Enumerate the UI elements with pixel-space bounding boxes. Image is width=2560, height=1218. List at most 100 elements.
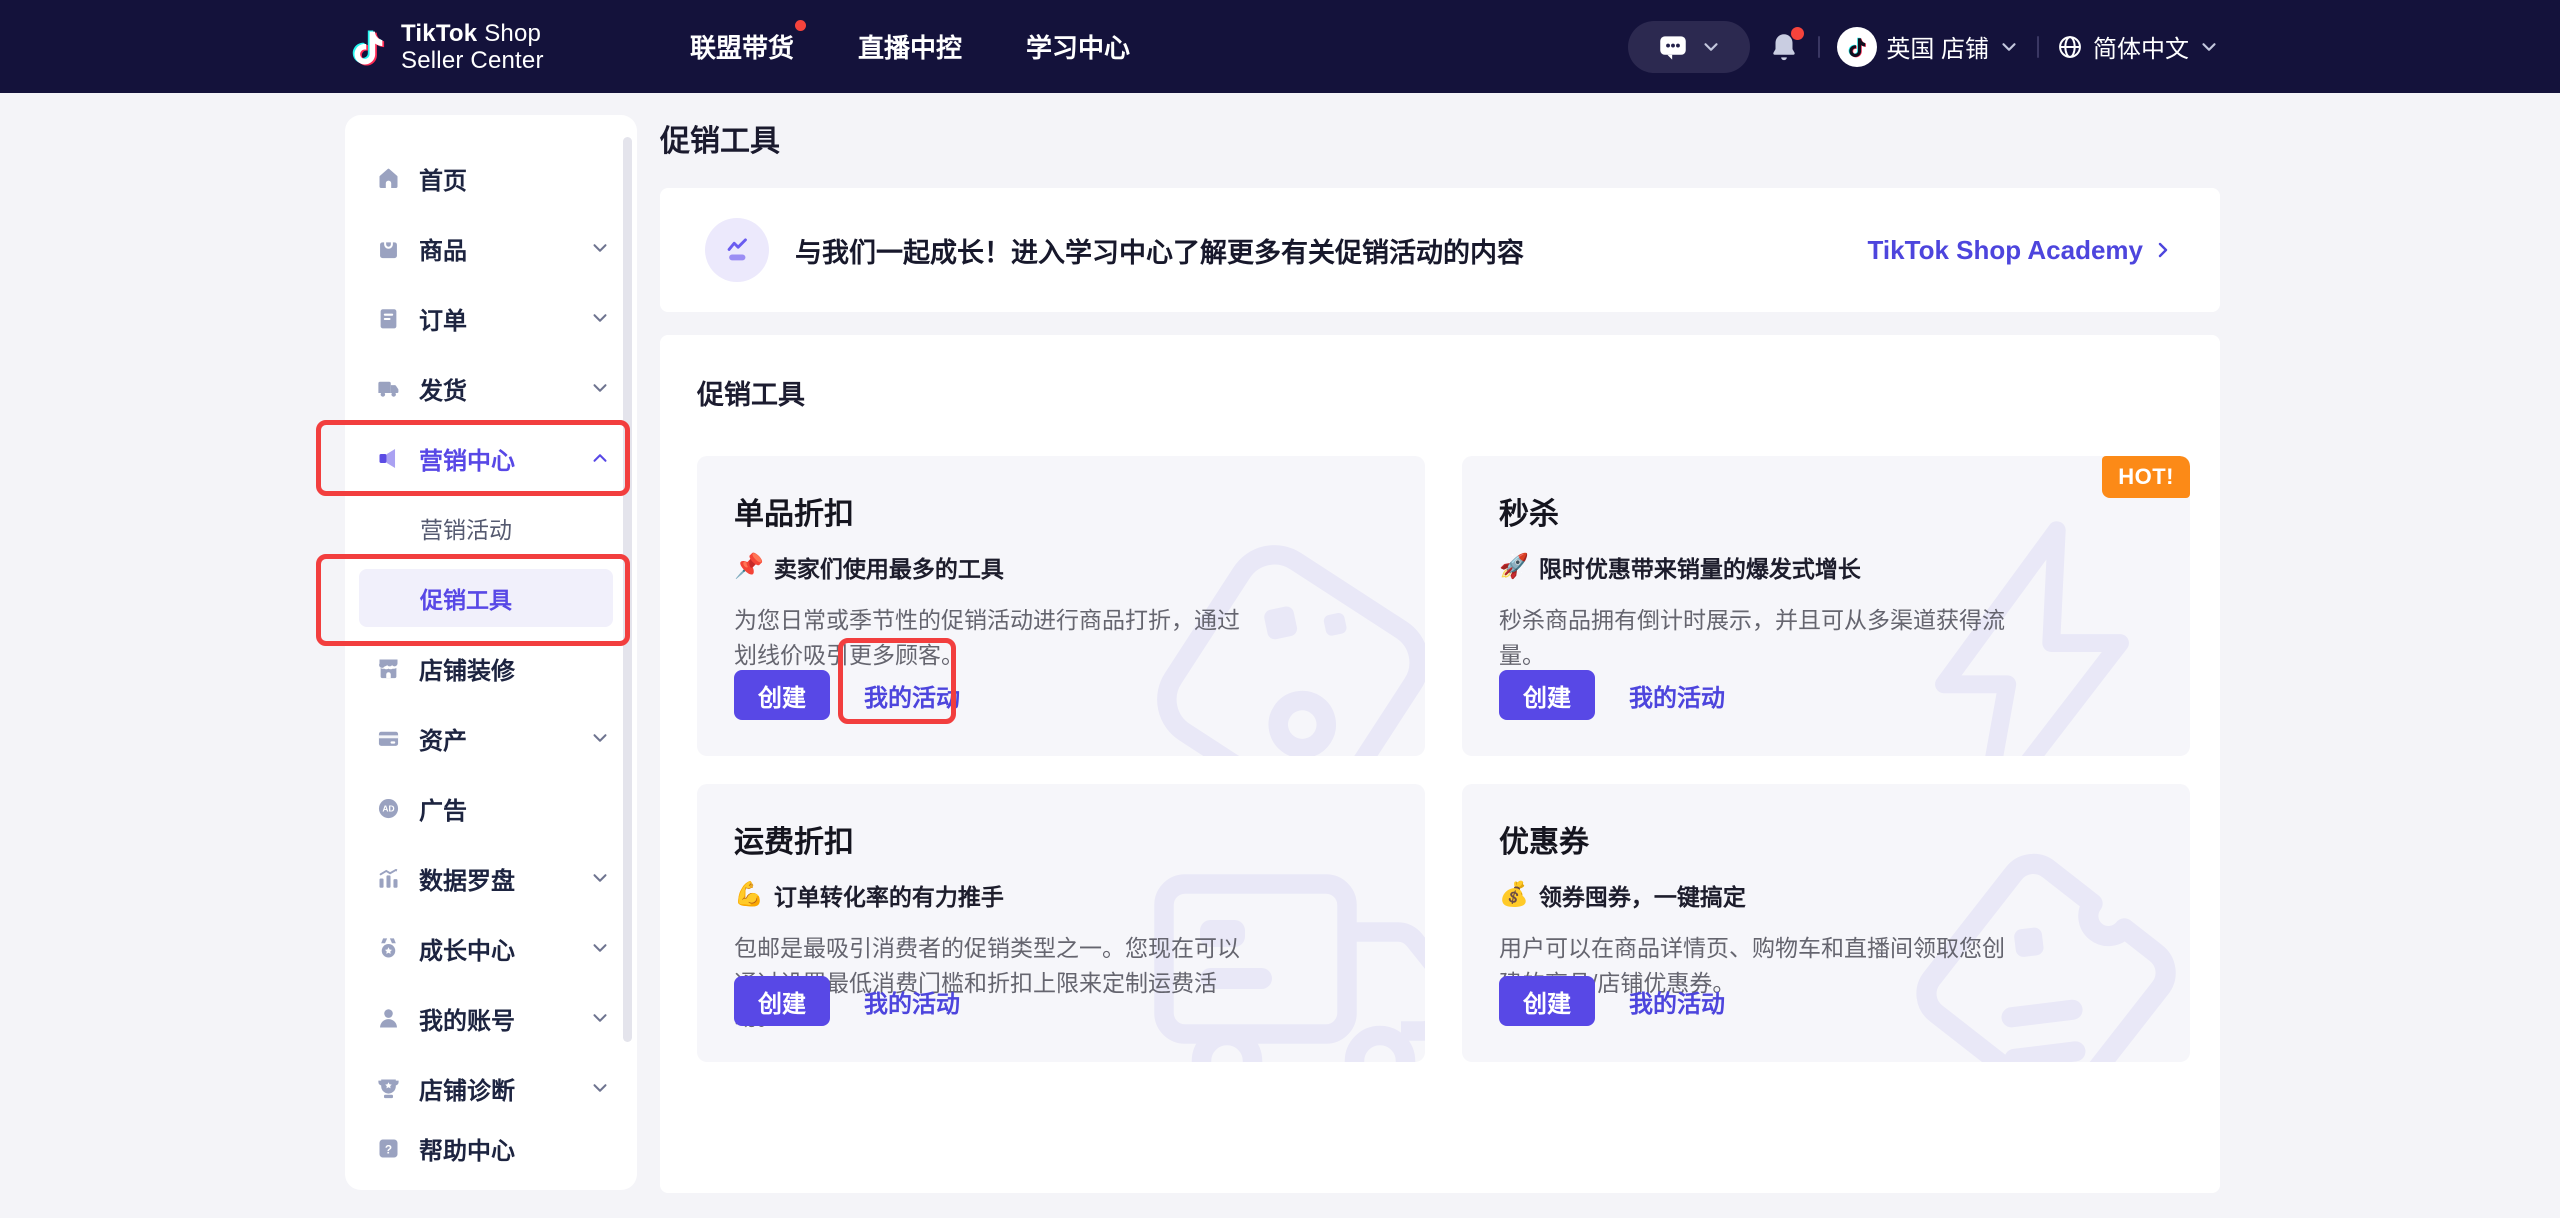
top-header: TikTok Shop Seller Center 联盟带货 直播中控 学习中心 bbox=[0, 0, 2560, 93]
my-activity-link[interactable]: 我的活动 bbox=[1629, 678, 1725, 713]
create-button[interactable]: 创建 bbox=[1499, 670, 1595, 720]
chart-icon bbox=[375, 865, 402, 892]
create-button[interactable]: 创建 bbox=[1499, 976, 1595, 1026]
section-title: 促销工具 bbox=[697, 373, 2190, 412]
logo-text: TikTok Shop Seller Center bbox=[401, 20, 544, 74]
credit-card-icon bbox=[375, 725, 402, 752]
svg-text:?: ? bbox=[385, 1142, 392, 1156]
sidebar-item-shop-decoration[interactable]: 店铺装修 bbox=[345, 633, 637, 703]
store-label: 英国 店铺 bbox=[1886, 29, 1989, 64]
tiktok-store-icon bbox=[1837, 27, 1877, 67]
card-title: 秒杀 bbox=[1499, 489, 2160, 533]
card-subtitle: 📌 卖家们使用最多的工具 bbox=[734, 550, 1395, 584]
sidebar-item-assets[interactable]: 资产 bbox=[345, 703, 637, 773]
sidebar-item-shop-diagnosis[interactable]: 店铺诊断 bbox=[345, 1053, 637, 1123]
bag-icon bbox=[375, 235, 402, 262]
tiktok-shop-logo[interactable]: TikTok Shop Seller Center bbox=[347, 0, 544, 93]
my-activity-link[interactable]: 我的活动 bbox=[1629, 984, 1725, 1019]
chevron-down-icon bbox=[589, 377, 611, 399]
card-title: 优惠券 bbox=[1499, 817, 2160, 861]
sidebar-item-marketing-center[interactable]: 营销中心 bbox=[345, 423, 637, 493]
megaphone-icon bbox=[375, 445, 402, 472]
sidebar-item-marketing-activities[interactable]: 营销活动 bbox=[345, 493, 637, 563]
sidebar-item-home[interactable]: 首页 bbox=[345, 143, 637, 213]
banner-text: 与我们一起成长！进入学习中心了解更多有关促销活动的内容 bbox=[795, 231, 1842, 270]
medal-icon bbox=[375, 935, 402, 962]
pushpin-icon: 📌 bbox=[734, 555, 764, 579]
logo-title-bold: TikTok bbox=[401, 20, 477, 47]
sidebar-item-help-center[interactable]: ? 帮助中心 bbox=[345, 1123, 637, 1173]
academy-link[interactable]: TikTok Shop Academy bbox=[1868, 235, 2175, 266]
sidebar-item-shipping[interactable]: 发货 bbox=[345, 353, 637, 423]
chevron-down-icon bbox=[589, 307, 611, 329]
chat-messages-button[interactable] bbox=[1628, 21, 1750, 73]
card-subtitle: 💰 领券囤券，一键搞定 bbox=[1499, 878, 2160, 912]
trophy-icon bbox=[375, 1075, 402, 1102]
card-actions: 创建 我的活动 bbox=[734, 976, 960, 1026]
language-selector[interactable]: 简体中文 bbox=[2056, 29, 2220, 64]
chat-bubble-icon bbox=[1656, 30, 1690, 64]
logo-title-rest: Shop bbox=[477, 20, 541, 47]
academy-banner: 与我们一起成长！进入学习中心了解更多有关促销活动的内容 TikTok Shop … bbox=[660, 188, 2220, 312]
rocket-icon: 🚀 bbox=[1499, 555, 1529, 579]
header-right-cluster: 英国 店铺 简体中文 bbox=[1628, 0, 2220, 93]
sidebar-item-ads[interactable]: AD 广告 bbox=[345, 773, 637, 843]
card-flash-sale: HOT! 秒杀 🚀 限时优惠带来销量的爆发式增长 秒杀商品拥有倒计时展示，并且可… bbox=[1462, 456, 2190, 756]
promo-cards-grid: 单品折扣 📌 卖家们使用最多的工具 为您日常或季节性的促销活动进行商品打折，通过… bbox=[697, 456, 2190, 1062]
chevron-down-icon bbox=[589, 937, 611, 959]
chevron-up-icon bbox=[589, 447, 611, 469]
card-actions: 创建 我的活动 bbox=[734, 670, 960, 720]
divider bbox=[1818, 36, 1820, 58]
page-title: 促销工具 bbox=[660, 122, 2220, 162]
chevron-down-icon bbox=[2198, 36, 2220, 58]
language-label: 简体中文 bbox=[2093, 29, 2189, 64]
chevron-down-icon bbox=[589, 727, 611, 749]
sidebar-item-my-account[interactable]: 我的账号 bbox=[345, 983, 637, 1053]
truck-icon bbox=[375, 375, 402, 402]
chevron-down-icon bbox=[589, 867, 611, 889]
hot-badge: HOT! bbox=[2102, 456, 2190, 498]
card-actions: 创建 我的活动 bbox=[1499, 976, 1725, 1026]
header-nav: 联盟带货 直播中控 学习中心 bbox=[690, 0, 1130, 93]
flexed-bicep-icon: 💪 bbox=[734, 883, 764, 907]
store-selector[interactable]: 英国 店铺 bbox=[1837, 27, 2020, 67]
tiktok-note-icon bbox=[347, 23, 389, 71]
my-activity-link[interactable]: 我的活动 bbox=[864, 984, 960, 1019]
nav-affiliate[interactable]: 联盟带货 bbox=[690, 28, 794, 65]
sidebar-item-promo-tools[interactable]: 促销工具 bbox=[345, 563, 637, 633]
card-product-discount: 单品折扣 📌 卖家们使用最多的工具 为您日常或季节性的促销活动进行商品打折，通过… bbox=[697, 456, 1425, 756]
card-shipping-discount: 运费折扣 💪 订单转化率的有力推手 包邮是最吸引消费者的促销类型之一。您现在可以… bbox=[697, 784, 1425, 1062]
sidebar-item-growth-center[interactable]: 成长中心 bbox=[345, 913, 637, 983]
nav-live-console[interactable]: 直播中控 bbox=[858, 28, 962, 65]
notification-dot bbox=[1791, 27, 1804, 40]
order-icon bbox=[375, 305, 402, 332]
card-subtitle: 🚀 限时优惠带来销量的爆发式增长 bbox=[1499, 550, 2160, 584]
card-coupon: 优惠券 💰 领券囤券，一键搞定 用户可以在商品详情页、购物车和直播间领取您创建的… bbox=[1462, 784, 2190, 1062]
card-title: 运费折扣 bbox=[734, 817, 1395, 861]
chevron-right-icon bbox=[2151, 238, 2175, 262]
chevron-down-icon bbox=[589, 1077, 611, 1099]
person-icon bbox=[375, 1005, 402, 1032]
help-icon: ? bbox=[375, 1135, 402, 1162]
card-description: 秒杀商品拥有倒计时展示，并且可从多渠道获得流量。 bbox=[1499, 603, 2007, 672]
storefront-icon bbox=[375, 655, 402, 682]
svg-text:AD: AD bbox=[382, 803, 394, 813]
sidebar-item-orders[interactable]: 订单 bbox=[345, 283, 637, 353]
chevron-down-icon bbox=[1998, 36, 2020, 58]
create-button[interactable]: 创建 bbox=[734, 670, 830, 720]
card-description: 为您日常或季节性的促销活动进行商品打折，通过划线价吸引更多顾客。 bbox=[734, 603, 1242, 672]
card-actions: 创建 我的活动 bbox=[1499, 670, 1725, 720]
sidebar-item-data-compass[interactable]: 数据罗盘 bbox=[345, 843, 637, 913]
divider bbox=[2037, 36, 2039, 58]
chevron-down-icon bbox=[1700, 36, 1722, 58]
notifications-bell-button[interactable] bbox=[1767, 30, 1801, 64]
nav-learning-center[interactable]: 学习中心 bbox=[1026, 28, 1130, 65]
growth-chart-icon bbox=[705, 218, 769, 282]
money-bag-icon: 💰 bbox=[1499, 883, 1529, 907]
home-icon bbox=[375, 165, 402, 192]
ad-circle-icon: AD bbox=[375, 795, 402, 822]
sidebar-scrollbar[interactable] bbox=[623, 137, 632, 1042]
sidebar-item-products[interactable]: 商品 bbox=[345, 213, 637, 283]
my-activity-link[interactable]: 我的活动 bbox=[864, 678, 960, 713]
create-button[interactable]: 创建 bbox=[734, 976, 830, 1026]
